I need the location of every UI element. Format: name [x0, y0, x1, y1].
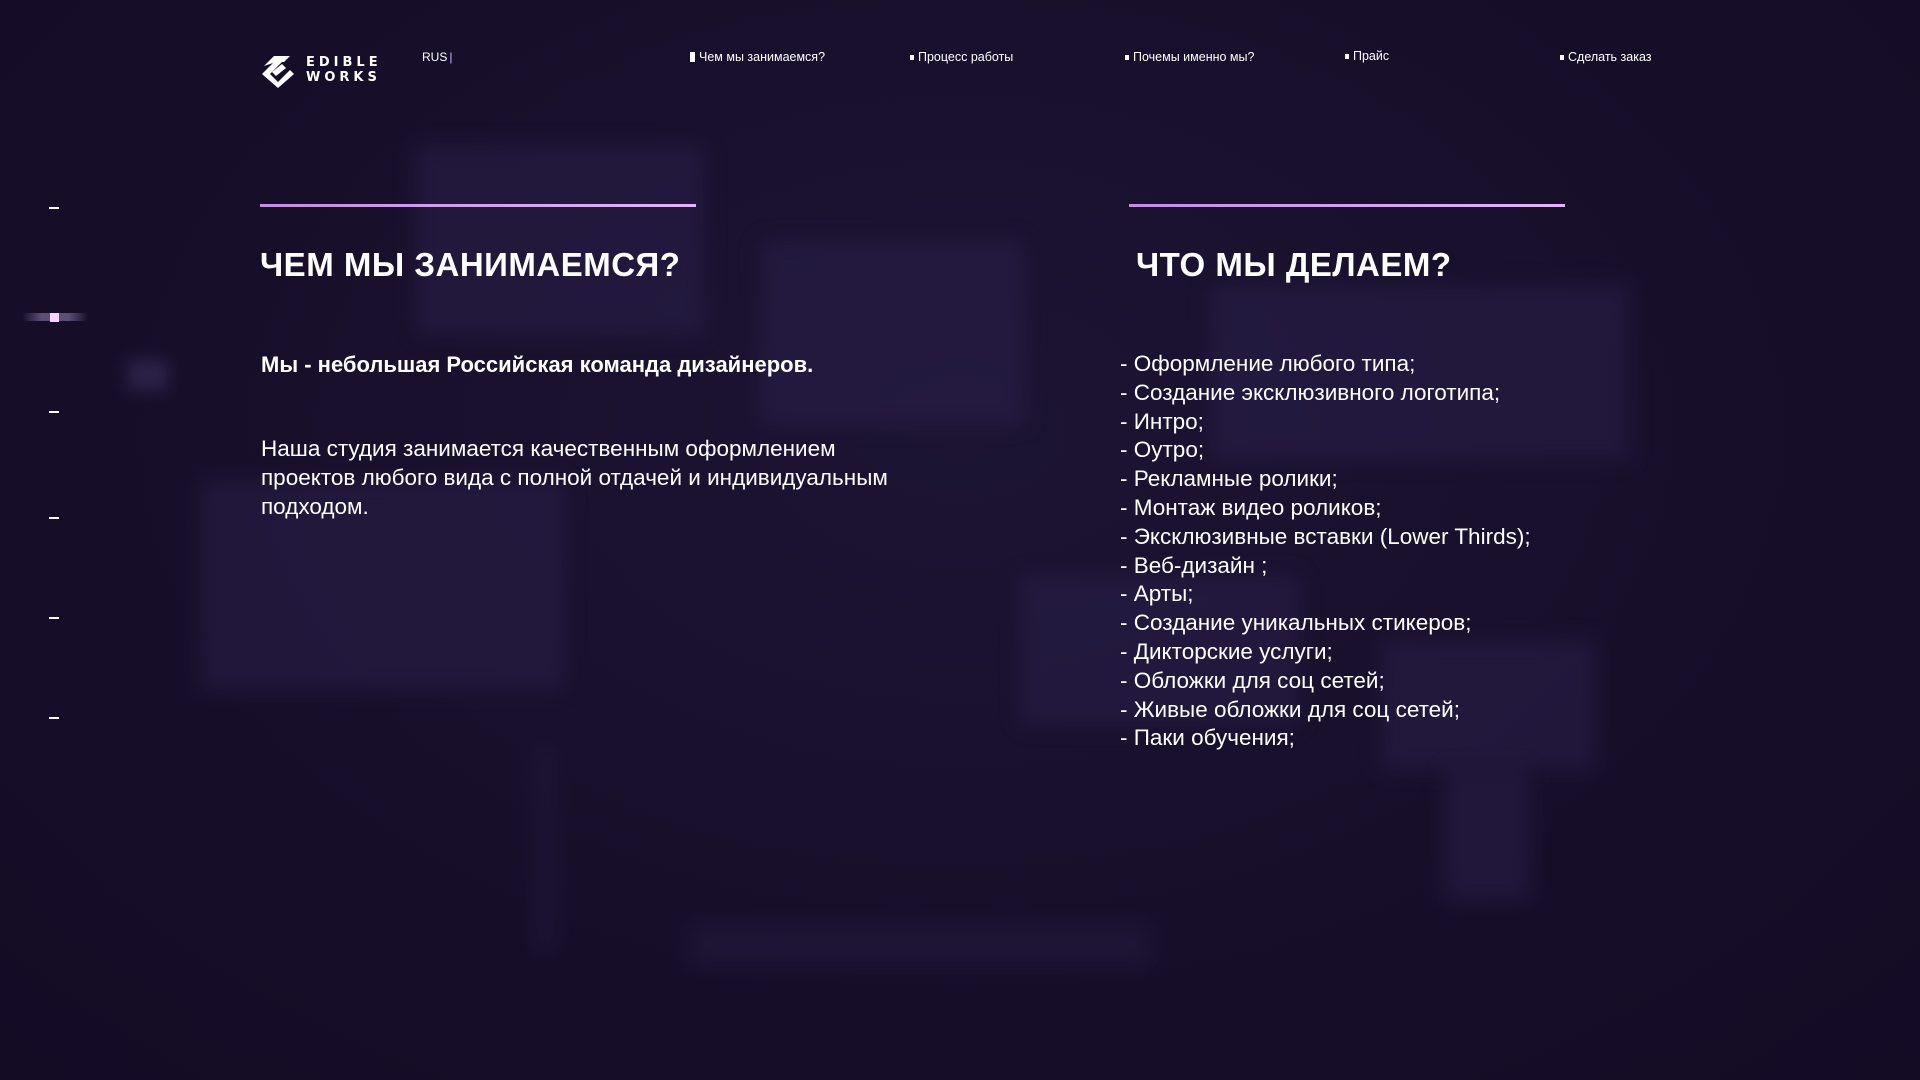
logo-line-2: WORKS	[306, 70, 381, 85]
bg-block	[415, 145, 705, 335]
bg-block	[760, 240, 1025, 425]
language-switch[interactable]: RUS |	[422, 50, 452, 64]
service-item: - Оформление любого типа;	[1120, 351, 1416, 376]
nav-item-price[interactable]: Прайс	[1345, 49, 1389, 63]
side-nav-dash[interactable]	[49, 411, 59, 413]
service-item: - Паки обучения;	[1120, 725, 1295, 751]
language-separator: |	[449, 50, 453, 64]
nav-item-order[interactable]: Сделать заказ	[1560, 50, 1652, 64]
nav-label: Чем мы занимаемся?	[699, 50, 826, 64]
service-item: - Арты;	[1120, 581, 1194, 607]
section-divider	[260, 204, 696, 207]
nav-label: Сделать заказ	[1568, 50, 1652, 64]
language-label: RUS	[422, 50, 448, 64]
active-indicator-icon	[50, 313, 59, 322]
page: EDIBLE WORKS RUS | Чем мы занимаемся? Про…	[0, 0, 1920, 1080]
bg-glow	[128, 360, 168, 390]
section-divider	[1129, 204, 1565, 207]
bg-block	[690, 925, 1150, 965]
service-item: - Создание уникальных стикеров;	[1120, 610, 1472, 636]
nav-item-what-we-do[interactable]: Чем мы занимаемся?	[690, 50, 825, 64]
about-lead: Мы - небольшая Российская команда дизайн…	[261, 352, 814, 377]
side-nav-dash[interactable]	[49, 207, 59, 209]
logo[interactable]: EDIBLE WORKS	[260, 52, 382, 88]
nav-label: Почемы именно мы?	[1133, 50, 1255, 64]
nav-label: Процесс работы	[918, 50, 1014, 64]
service-item: - Веб-дизайн ;	[1120, 552, 1268, 578]
service-item: - Интро;	[1120, 408, 1204, 434]
about-body: Наша студия занимается качественным офор…	[261, 436, 888, 519]
nav-bullet-icon	[690, 52, 695, 62]
bg-block	[535, 745, 555, 950]
nav-item-process[interactable]: Процесс работы	[910, 50, 1013, 64]
nav-item-why-us[interactable]: Почемы именно мы?	[1125, 50, 1254, 64]
service-item: - Оутро;	[1120, 437, 1205, 463]
service-item: - Живые обложки для соц сетей;	[1120, 696, 1460, 722]
section-heading-services: ЧТО МЫ ДЕЛАЕМ?	[1136, 246, 1452, 283]
side-nav-dash[interactable]	[49, 617, 59, 619]
nav-bullet-icon	[910, 54, 914, 60]
side-nav-dash[interactable]	[49, 717, 59, 719]
section-heading-about: ЧЕМ МЫ ЗАНИМАЕМСЯ?	[260, 246, 681, 283]
side-nav-active[interactable]	[22, 313, 88, 322]
nav-bullet-icon	[1560, 54, 1564, 60]
service-item: - Рекламные ролики;	[1120, 466, 1338, 492]
nav-bullet-icon	[1125, 54, 1129, 60]
logo-line-1: EDIBLE	[306, 55, 382, 70]
nav-bullet-icon	[1345, 53, 1349, 59]
services-list: - Оформление любого типа; - Создание экск…	[1120, 350, 1531, 753]
nav-label: Прайс	[1353, 49, 1390, 63]
side-nav-dash[interactable]	[49, 517, 59, 519]
service-item: - Обложки для соц сетей;	[1120, 667, 1385, 693]
service-item: - Эксклюзивные вставки (Lower Thirds);	[1120, 523, 1531, 549]
service-item: - Монтаж видео роликов;	[1120, 494, 1382, 520]
service-item: - Создание эксклюзивного логотипа;	[1120, 379, 1501, 405]
logo-icon	[262, 56, 294, 88]
logo-text: EDIBLE WORKS	[306, 55, 382, 85]
service-item: - Дикторские услуги;	[1120, 638, 1333, 664]
bg-block	[1445, 770, 1530, 900]
